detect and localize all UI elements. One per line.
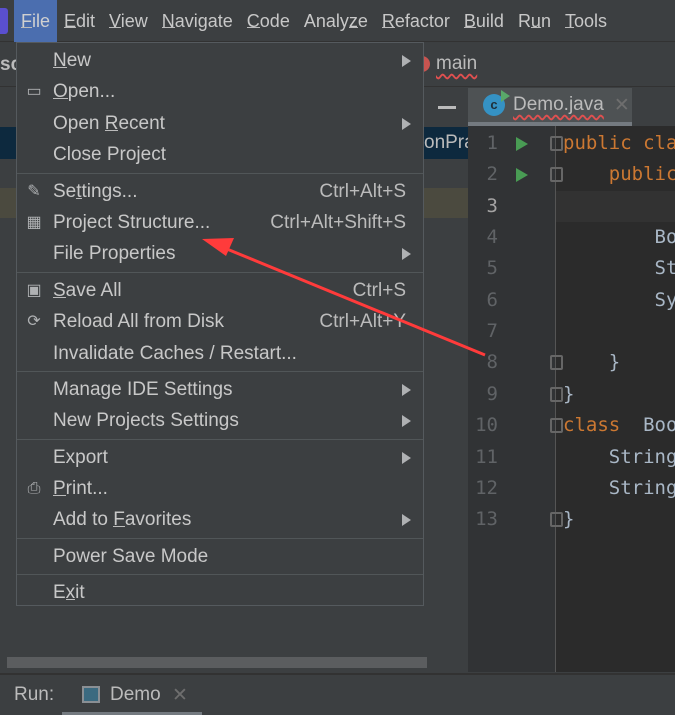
arrow-head xyxy=(202,238,234,256)
arrow-shaft xyxy=(221,245,486,357)
annotation-arrow xyxy=(202,238,486,357)
